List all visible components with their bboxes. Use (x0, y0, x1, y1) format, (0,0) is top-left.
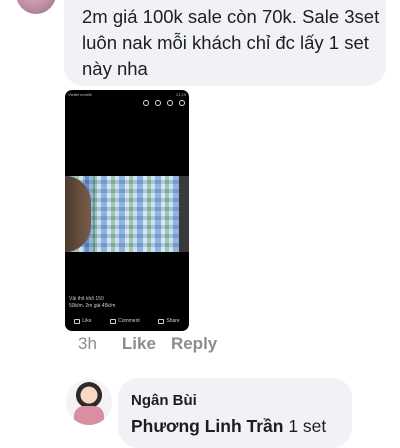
photo-toolbar (143, 100, 185, 106)
comment-meta: 3h Like Reply (78, 334, 217, 354)
comment-text: 2m giá 100k sale còn 70k. Sale 3set luôn… (82, 6, 380, 79)
avatar[interactable] (66, 379, 112, 425)
caption-line: 50k/m. 2m giá 45k/m (69, 303, 116, 309)
comment-icon (110, 318, 117, 324)
status-bar: Viettel mobile 21:29 (65, 90, 189, 99)
photo-edge (179, 176, 189, 252)
caption-line: Vải thô khổ 150 (69, 296, 104, 302)
thumbs-up-icon (74, 318, 81, 324)
photo-caption: Vải thô khổ 150 50k/m. 2m giá 45k/m (69, 296, 115, 310)
photo-like-button: Like (74, 318, 91, 324)
share-icon (158, 318, 165, 324)
photo-share-button: Share (158, 318, 180, 324)
author-name[interactable]: Ngân Bùi (131, 392, 197, 409)
like-button[interactable]: Like (122, 334, 156, 354)
carrier-label: Viettel mobile (68, 92, 92, 97)
mentioned-user[interactable]: Phương Linh Trần (131, 416, 283, 436)
reply-body: 1 set (283, 416, 327, 436)
search-icon (143, 100, 149, 106)
photo-comment-button: Comment (110, 318, 140, 324)
avatar[interactable] (16, 0, 56, 14)
photo-actions: Like Comment Share (65, 318, 189, 324)
comment-bubble: 2m giá 100k sale còn 70k. Sale 3set luôn… (64, 0, 386, 86)
reply-bubble: Ngân Bùi Phương Linh Trần 1 set (118, 378, 352, 448)
clock-label: 21:29 (175, 92, 186, 97)
reply-text: Phương Linh Trần 1 set (131, 416, 326, 437)
attached-screenshot[interactable]: Viettel mobile 21:29 Vải thô khổ 150 50k… (65, 90, 189, 331)
timestamp[interactable]: 3h (78, 334, 97, 354)
tag-icon (155, 100, 161, 106)
reply-button[interactable]: Reply (171, 334, 217, 354)
more-icon (179, 100, 185, 106)
location-icon (167, 100, 173, 106)
